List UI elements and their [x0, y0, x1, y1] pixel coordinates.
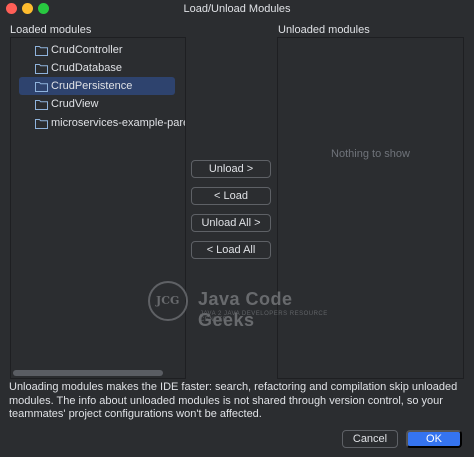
- load-all-button[interactable]: < Load All: [191, 241, 271, 259]
- ok-button[interactable]: OK: [406, 430, 462, 448]
- title-bar: Load/Unload Modules: [0, 0, 474, 18]
- window-title: Load/Unload Modules: [183, 3, 291, 15]
- watermark-logo: JCG Java Code Geeks JAVA 2 JAVA DEVELOPE…: [146, 275, 336, 335]
- load-button[interactable]: < Load: [191, 187, 271, 205]
- loaded-modules-label: Loaded modules: [10, 24, 92, 36]
- watermark-title: Java Code Geeks: [198, 289, 293, 330]
- horizontal-scrollbar[interactable]: [13, 370, 163, 376]
- list-item-label: CrudView: [51, 98, 99, 110]
- list-item-label: CrudController: [51, 44, 123, 56]
- info-text: Unloading modules makes the IDE faster: …: [9, 381, 458, 420]
- folder-icon: [35, 118, 48, 129]
- list-item-crudcontroller[interactable]: CrudController: [19, 41, 175, 59]
- cancel-button[interactable]: Cancel: [342, 430, 398, 448]
- unload-button[interactable]: Unload >: [191, 160, 271, 178]
- folder-icon: [35, 63, 48, 74]
- list-item-cruddatabase[interactable]: CrudDatabase: [19, 59, 175, 77]
- list-item-label: microservices-example-parent: [51, 117, 186, 129]
- watermark-subtitle: JAVA 2 JAVA DEVELOPERS RESOURCE CENTER: [200, 311, 328, 323]
- watermark-logo-text: JCG: [156, 294, 180, 307]
- folder-icon: [35, 45, 48, 56]
- folder-icon: [35, 81, 48, 92]
- unload-all-button[interactable]: Unload All >: [191, 214, 271, 232]
- list-item-crudview[interactable]: CrudView: [19, 95, 175, 113]
- list-item-crudpersistence[interactable]: CrudPersistence: [19, 77, 175, 95]
- list-item-microservices-example-parent[interactable]: microservices-example-parent: [19, 114, 186, 132]
- list-item-label: CrudPersistence: [51, 80, 133, 92]
- folder-icon: [35, 99, 48, 110]
- empty-state-text: Nothing to show: [331, 148, 410, 160]
- unloaded-modules-label: Unloaded modules: [278, 24, 370, 36]
- list-item-label: CrudDatabase: [51, 62, 122, 74]
